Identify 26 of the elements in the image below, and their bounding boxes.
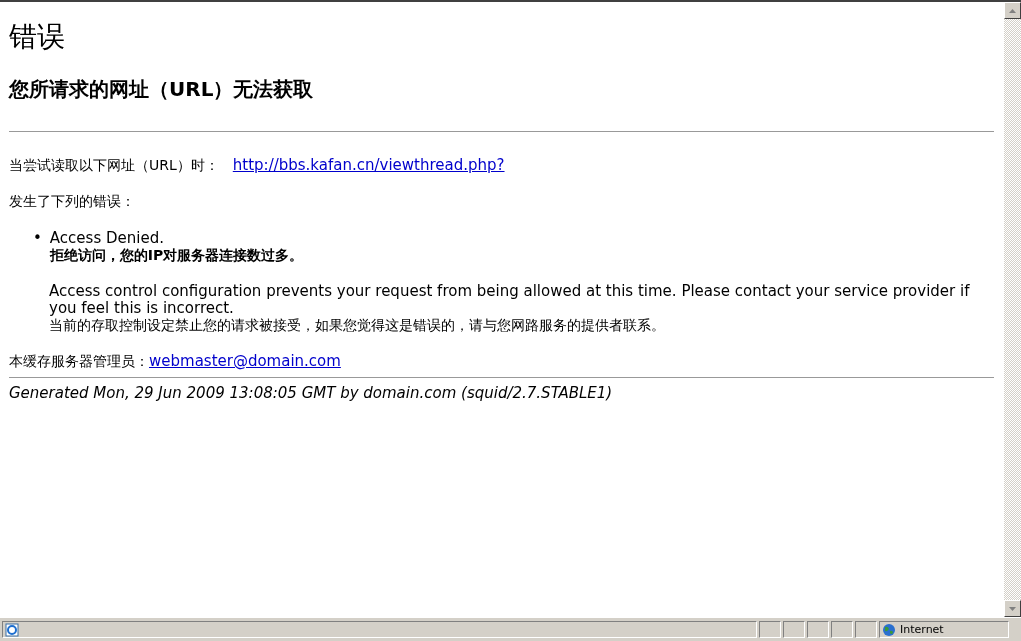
explanation-text-cn: 当前的存取控制设定禁止您的请求被接受，如果您觉得这是错误的，请与您网路服务的提供者联系。 bbox=[49, 317, 666, 334]
page-icon bbox=[5, 622, 19, 637]
status-pane bbox=[807, 621, 829, 638]
status-pane bbox=[783, 621, 805, 638]
scroll-up-button[interactable] bbox=[1004, 2, 1021, 19]
bullet: • bbox=[33, 229, 42, 247]
admin-label: 本缓存服务器管理员： bbox=[9, 353, 149, 371]
error-intro: 发生了下列的错误： bbox=[9, 193, 135, 211]
explanation-text: Access control configuration prevents your request from being allowed at this time. Please contact your service provider if you feel this is incorrect. bbox=[49, 283, 971, 317]
status-pane bbox=[759, 621, 781, 638]
email-link[interactable]: webmaster@domain.com bbox=[149, 352, 341, 370]
attempt-label: 当尝试读取以下网址（URL）时： bbox=[9, 157, 219, 175]
globe-icon bbox=[882, 622, 896, 637]
status-pane bbox=[855, 621, 877, 638]
error-heading-cn: 拒绝访问，您的IP对服务器连接数过多。 bbox=[49, 247, 304, 265]
up-arrow-icon bbox=[1009, 8, 1016, 13]
page-title: 错误 bbox=[9, 19, 66, 55]
down-arrow-icon bbox=[1009, 606, 1016, 611]
page-subtitle: 您所请求的网址（URL）无法获取 bbox=[9, 76, 315, 103]
url-link[interactable]: http://bbs.kafan.cn/viewthread.php? bbox=[232, 156, 505, 174]
generated-footer: Generated Mon, 29 Jun 2009 13:08:05 GMT by domain.com (squid/2.7.STABLE1) bbox=[9, 377, 994, 402]
scroll-down-button[interactable] bbox=[1004, 600, 1021, 617]
zone-label: Internet bbox=[900, 623, 944, 636]
scrollbar[interactable] bbox=[1004, 2, 1021, 617]
error-heading: Access Denied. bbox=[49, 229, 165, 247]
status-pane bbox=[831, 621, 853, 638]
